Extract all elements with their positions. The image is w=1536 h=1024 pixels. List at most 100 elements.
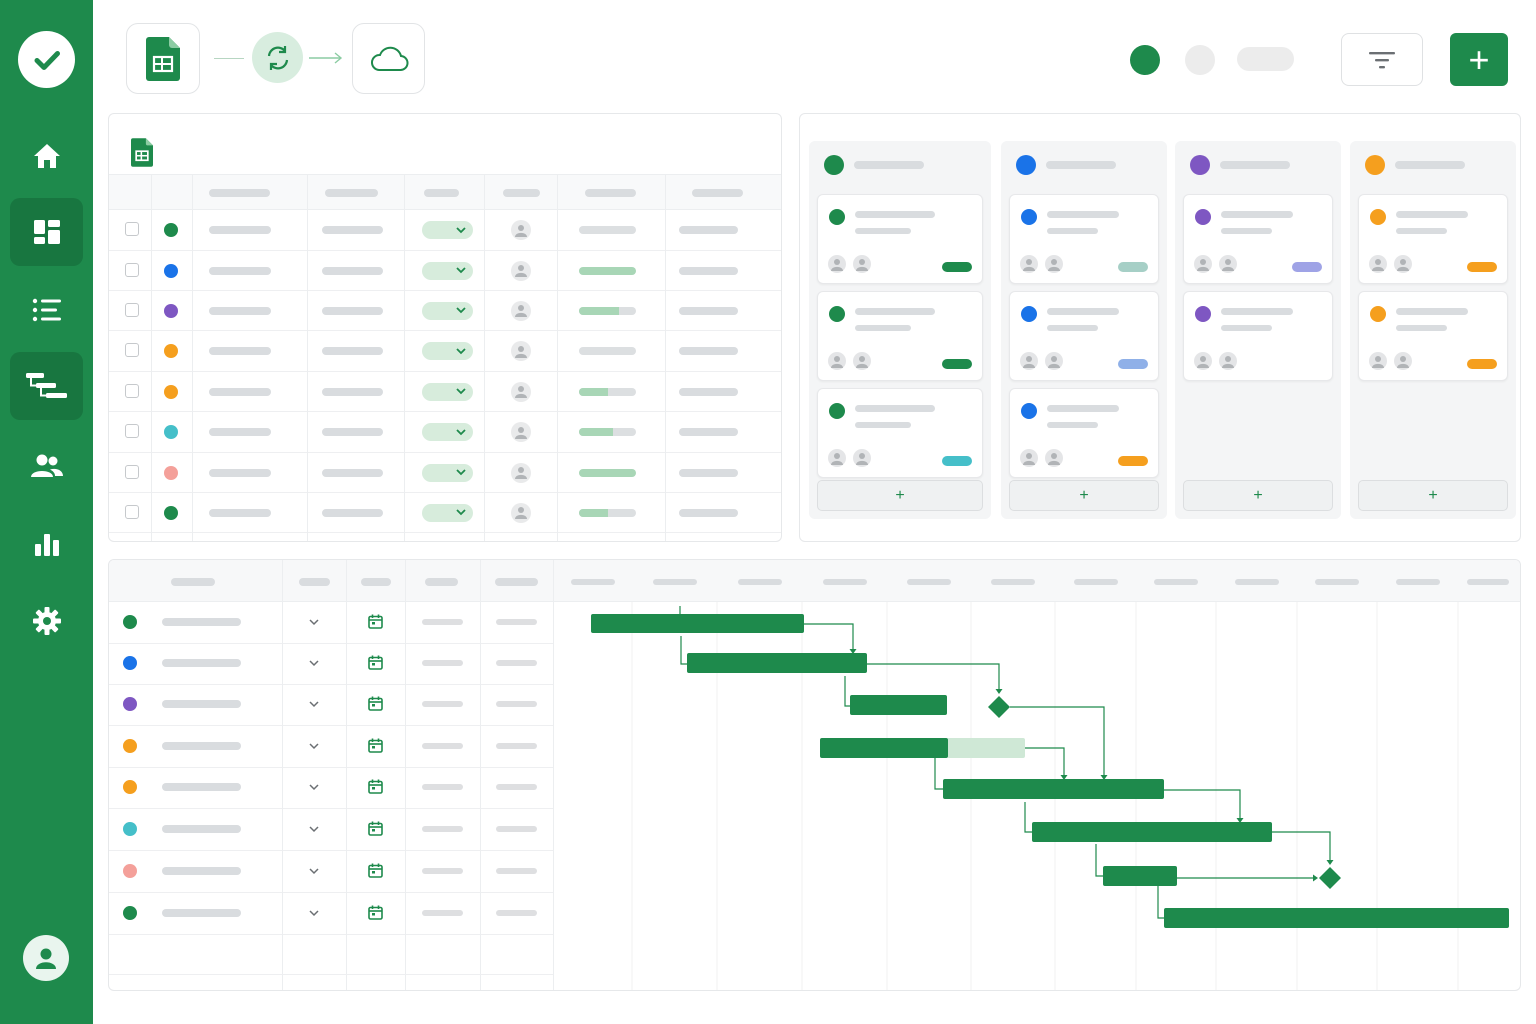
card-assignee-avatar[interactable]: [1020, 352, 1038, 370]
assignee-avatar[interactable]: [511, 422, 531, 443]
column-header[interactable]: [325, 189, 378, 197]
kanban-card[interactable]: [1183, 291, 1333, 381]
status-select[interactable]: [422, 463, 473, 482]
card-assignee-avatar[interactable]: [1394, 352, 1412, 370]
table-row[interactable]: [109, 412, 781, 453]
row-checkbox[interactable]: [125, 383, 139, 398]
row-checkbox[interactable]: [125, 302, 139, 317]
cell-value[interactable]: [322, 226, 383, 235]
card-assignee-avatar[interactable]: [853, 449, 871, 467]
cell-value[interactable]: [679, 266, 738, 275]
cell-value[interactable]: [322, 387, 383, 396]
kanban-card[interactable]: [1183, 194, 1333, 284]
column-title[interactable]: [1046, 161, 1116, 169]
row-checkbox[interactable]: [125, 504, 139, 519]
table-row[interactable]: [109, 291, 781, 332]
card-assignee-avatar[interactable]: [1394, 255, 1412, 273]
app-logo[interactable]: [18, 31, 75, 88]
task-name-cell[interactable]: [209, 266, 271, 275]
sidebar-item-settings[interactable]: [10, 587, 83, 655]
cell-value[interactable]: [322, 468, 383, 477]
user-avatar[interactable]: [23, 935, 69, 981]
kanban-card[interactable]: [1009, 291, 1159, 381]
task-bar[interactable]: [1164, 908, 1509, 928]
card-assignee-avatar[interactable]: [1369, 352, 1387, 370]
assignee-avatar[interactable]: [511, 462, 531, 483]
kanban-card[interactable]: [1009, 194, 1159, 284]
task-bar-remaining[interactable]: [947, 738, 1025, 758]
task-bar[interactable]: [1032, 822, 1272, 842]
table-row[interactable]: [109, 250, 781, 291]
column-header[interactable]: [692, 189, 743, 197]
cell-value[interactable]: [322, 428, 383, 437]
status-select[interactable]: [422, 301, 473, 320]
add-card-button[interactable]: +: [1183, 480, 1333, 511]
add-card-button[interactable]: +: [1009, 480, 1159, 511]
sidebar-item-gantt[interactable]: [10, 352, 83, 420]
milestone-diamond[interactable]: [1319, 867, 1341, 889]
column-title[interactable]: [1395, 161, 1465, 169]
card-assignee-avatar[interactable]: [1020, 255, 1038, 273]
sync-button[interactable]: [252, 32, 303, 83]
task-name-cell[interactable]: [209, 468, 271, 477]
card-assignee-avatar[interactable]: [828, 449, 846, 467]
cell-value[interactable]: [322, 266, 383, 275]
card-assignee-avatar[interactable]: [1045, 449, 1063, 467]
table-row[interactable]: [109, 210, 781, 251]
row-checkbox[interactable]: [125, 343, 139, 358]
card-assignee-avatar[interactable]: [1045, 255, 1063, 273]
cell-value[interactable]: [679, 428, 738, 437]
filter-button[interactable]: [1341, 33, 1423, 86]
assignee-avatar[interactable]: [511, 220, 531, 241]
kanban-card[interactable]: [1009, 388, 1159, 478]
table-row[interactable]: [109, 331, 781, 372]
cell-value[interactable]: [679, 387, 738, 396]
sidebar-item-list[interactable]: [10, 276, 83, 344]
sheets-source-button[interactable]: [126, 23, 200, 94]
cell-value[interactable]: [679, 347, 738, 356]
task-bar[interactable]: [820, 738, 948, 758]
kanban-card[interactable]: [1358, 291, 1508, 381]
row-checkbox[interactable]: [125, 222, 139, 237]
cell-value[interactable]: [679, 508, 738, 517]
assignee-avatar[interactable]: [511, 341, 531, 362]
task-bar[interactable]: [687, 653, 867, 673]
task-name-cell[interactable]: [209, 306, 271, 315]
table-row[interactable]: [109, 493, 781, 534]
table-row[interactable]: [109, 372, 781, 413]
cell-value[interactable]: [322, 347, 383, 356]
assignee-avatar[interactable]: [511, 260, 531, 281]
status-select[interactable]: [422, 423, 473, 442]
column-title[interactable]: [854, 161, 924, 169]
status-select[interactable]: [422, 261, 473, 280]
column-header[interactable]: [585, 189, 636, 197]
card-assignee-avatar[interactable]: [1194, 352, 1212, 370]
status-select[interactable]: [422, 342, 473, 361]
card-assignee-avatar[interactable]: [1020, 449, 1038, 467]
task-bar[interactable]: [850, 695, 947, 715]
kanban-card[interactable]: [1358, 194, 1508, 284]
column-header[interactable]: [209, 189, 270, 197]
milestone-diamond[interactable]: [988, 696, 1010, 718]
column-title[interactable]: [1220, 161, 1290, 169]
sidebar-item-people[interactable]: [10, 432, 83, 500]
sidebar-item-dashboard[interactable]: [10, 198, 83, 266]
column-header[interactable]: [424, 189, 459, 197]
cell-value[interactable]: [679, 468, 738, 477]
assignee-avatar[interactable]: [511, 502, 531, 523]
cell-value[interactable]: [322, 508, 383, 517]
column-header[interactable]: [503, 189, 540, 197]
cell-value[interactable]: [322, 306, 383, 315]
cell-value[interactable]: [679, 306, 738, 315]
status-pill[interactable]: [1237, 47, 1294, 71]
status-select[interactable]: [422, 382, 473, 401]
task-name-cell[interactable]: [209, 428, 271, 437]
kanban-card[interactable]: [817, 388, 983, 478]
status-select[interactable]: [422, 503, 473, 522]
kanban-card[interactable]: [817, 194, 983, 284]
table-row[interactable]: [109, 452, 781, 493]
add-card-button[interactable]: +: [1358, 480, 1508, 511]
card-assignee-avatar[interactable]: [1219, 352, 1237, 370]
sidebar-item-home[interactable]: [10, 122, 83, 190]
card-assignee-avatar[interactable]: [1369, 255, 1387, 273]
